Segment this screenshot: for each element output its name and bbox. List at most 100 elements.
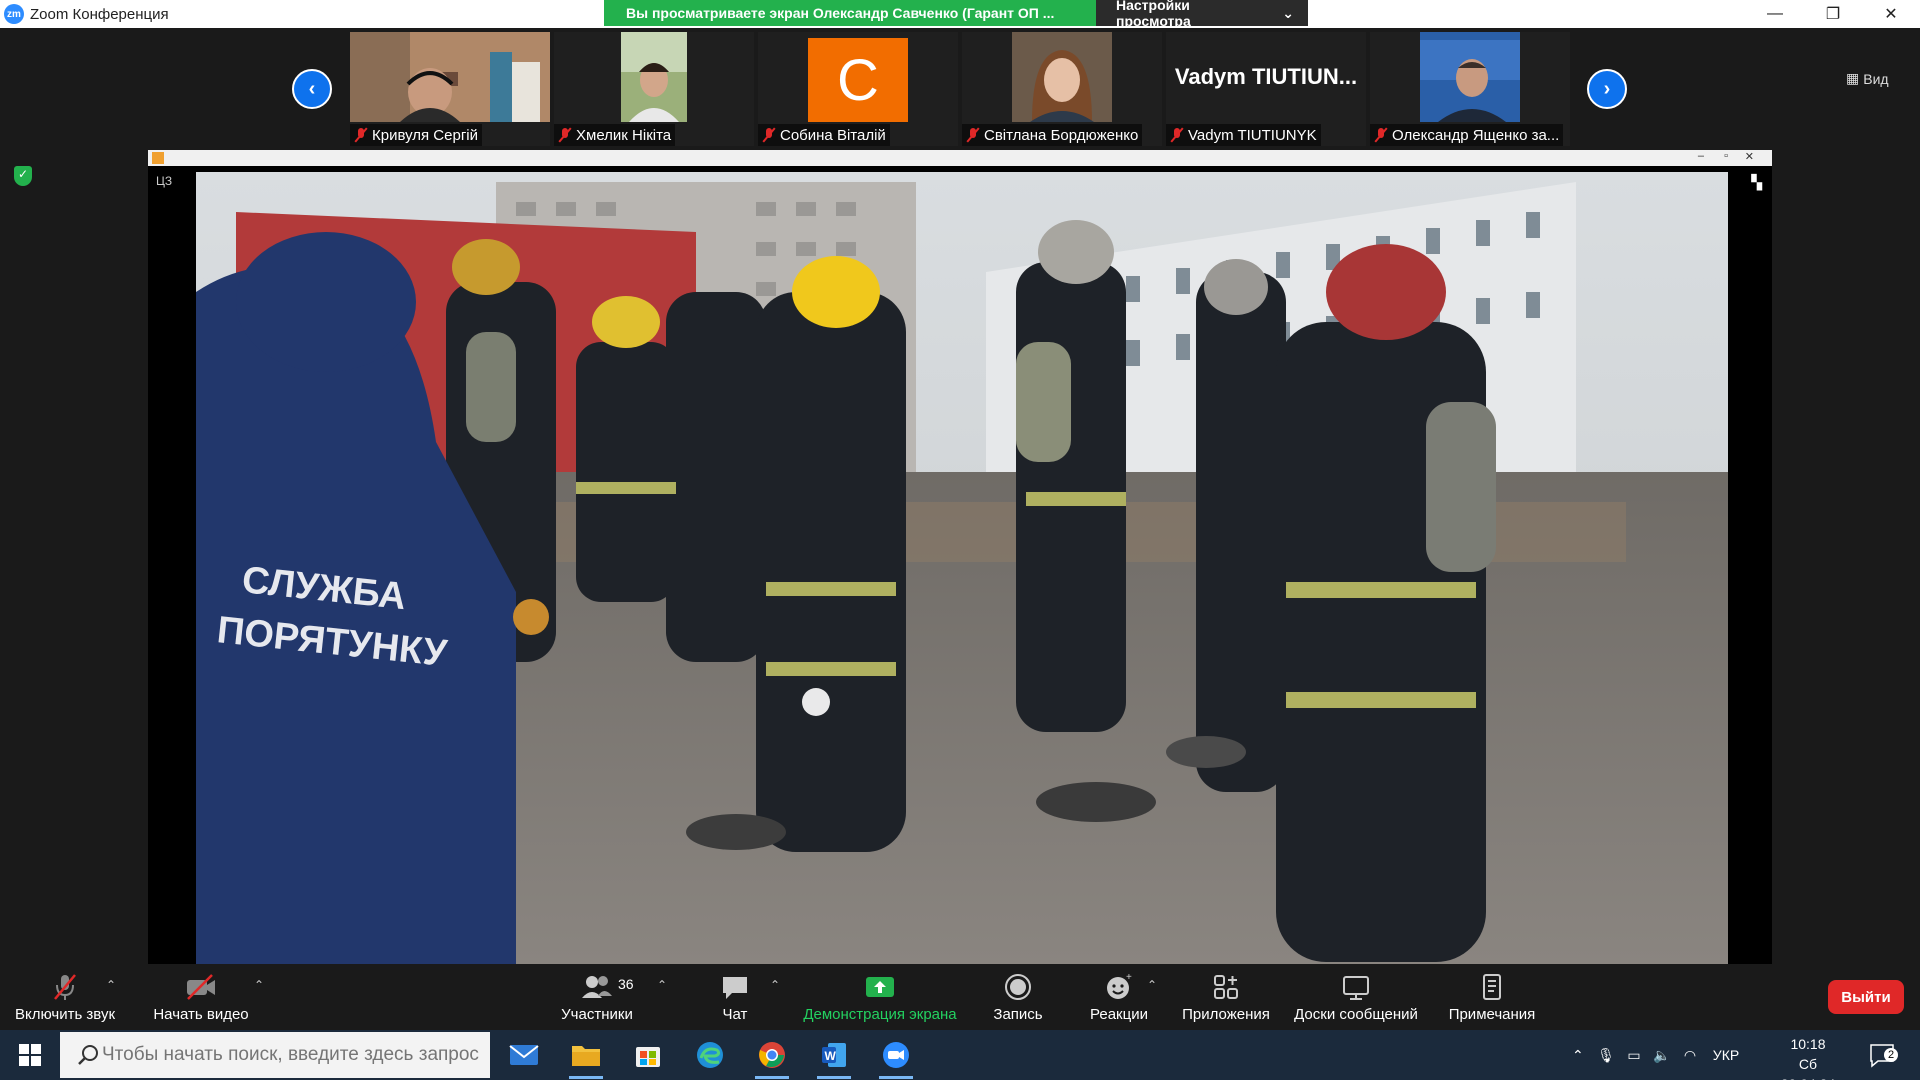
start-video-button[interactable]: Начать видео: [146, 964, 256, 1030]
notification-count-badge: 2: [1884, 1048, 1898, 1062]
mic-muted-icon: [354, 127, 368, 143]
language-indicator[interactable]: УКР: [1704, 1047, 1748, 1063]
record-icon: [1003, 972, 1033, 1002]
participant-name: Vadym TIUTIUNYK: [1188, 126, 1317, 144]
share-screen-icon: [864, 972, 896, 1002]
active-indicator: [817, 1076, 851, 1079]
svg-text:+: +: [1126, 972, 1132, 983]
volume-icon[interactable]: 🔈: [1648, 1047, 1676, 1064]
taskbar-search-box[interactable]: [60, 1032, 490, 1078]
participants-icon: [580, 972, 614, 1002]
mic-muted-icon: [1374, 127, 1388, 143]
microphone-icon[interactable]: 🎙: [1592, 1047, 1620, 1064]
whiteboards-label: Доски сообщений: [1294, 1005, 1418, 1023]
leave-button[interactable]: Выйти: [1828, 980, 1904, 1014]
view-button-label: Вид: [1863, 70, 1889, 87]
taskbar-chrome-browser[interactable]: [747, 1035, 797, 1079]
shared-minimize-icon: –: [1697, 150, 1704, 162]
taskbar-mail-app[interactable]: [499, 1035, 549, 1075]
unmute-button[interactable]: Включить звук: [10, 964, 120, 1030]
prev-page-button[interactable]: ‹: [292, 69, 332, 109]
share-banner-text: Вы просматриваете экран Олександр Савчен…: [604, 0, 1096, 26]
mic-muted-icon: [558, 127, 572, 143]
store-icon: [636, 1047, 660, 1067]
shared-restore-icon: ▫: [1724, 150, 1728, 162]
chat-button[interactable]: Чат: [700, 964, 770, 1030]
participant-name-tag: Vadym TIUTIUNYK: [1166, 124, 1321, 146]
participant-video: [1012, 32, 1112, 122]
chat-options-caret[interactable]: ⌃: [770, 978, 780, 992]
firefighters-video: СЛУЖБА ПОРЯТУНКУ: [196, 172, 1728, 964]
participant-tile[interactable]: Олександр Ященко за...: [1370, 32, 1570, 146]
participant-name-tag: Кривуля Сергій: [350, 124, 483, 146]
participant-tile[interactable]: Кривуля Сергій: [350, 32, 550, 146]
notification-center-button[interactable]: 2: [1868, 1030, 1898, 1080]
participants-button[interactable]: Участники: [548, 964, 646, 1030]
battery-icon[interactable]: ▭: [1620, 1047, 1648, 1064]
share-screen-label: Демонстрация экрана: [803, 1005, 957, 1023]
taskbar-clock[interactable]: 10:18 Сб 20.04.24: [1770, 1034, 1846, 1080]
taskbar-edge-browser[interactable]: [685, 1035, 735, 1075]
close-button[interactable]: ✕: [1862, 0, 1920, 28]
minimize-button[interactable]: —: [1746, 0, 1804, 28]
taskbar-zoom-app[interactable]: [871, 1035, 921, 1079]
participant-name: Кривуля Сергій: [372, 126, 479, 144]
taskbar-store-app[interactable]: [623, 1035, 673, 1075]
search-input[interactable]: [102, 1044, 482, 1066]
taskbar-word-app[interactable]: W: [809, 1035, 859, 1079]
mic-muted-icon: [966, 127, 980, 143]
participant-tile[interactable]: Світлана Бордюженко: [962, 32, 1162, 146]
participant-tile[interactable]: С Собина Віталій: [758, 32, 958, 146]
reactions-options-caret[interactable]: ⌃: [1147, 978, 1157, 992]
start-button[interactable]: [0, 1030, 60, 1080]
restore-button[interactable]: ❐: [1804, 0, 1862, 28]
video-options-caret[interactable]: ⌃: [254, 978, 264, 992]
zoom-icon: [883, 1042, 909, 1068]
participant-tile[interactable]: Хмелик Нікіта: [554, 32, 754, 146]
corner-label: ЦЗ: [156, 174, 173, 188]
participant-video: [621, 32, 687, 122]
active-indicator: [569, 1076, 603, 1079]
unmute-label: Включить звук: [14, 1005, 116, 1023]
reactions-button[interactable]: + Реакции: [1078, 964, 1160, 1030]
next-page-button[interactable]: ›: [1587, 69, 1627, 109]
word-icon: W: [822, 1043, 846, 1067]
whiteboards-button[interactable]: Доски сообщений: [1290, 964, 1422, 1030]
participant-name-tag: Собина Віталій: [758, 124, 890, 146]
share-screen-button[interactable]: Демонстрация экрана: [796, 964, 964, 1030]
mic-off-icon: [50, 972, 80, 1002]
edge-icon: [697, 1042, 723, 1068]
encryption-shield-icon[interactable]: [14, 166, 32, 186]
window-title: Zoom Конференция: [30, 5, 169, 23]
chevron-up-icon[interactable]: ⌃: [1572, 1047, 1592, 1064]
windows-taskbar: W ⌃ 🎙 ▭ 🔈 ◠ УКР 10:18 Сб 20.04.24 2: [0, 1030, 1920, 1080]
participant-video: [1420, 32, 1520, 122]
meeting-toolbar: Включить звук ⌃ Начать видео ⌃ Участники…: [0, 964, 1920, 1030]
chrome-icon: [759, 1042, 785, 1068]
wifi-icon[interactable]: ◠: [1676, 1047, 1704, 1064]
reactions-label: Реакции: [1090, 1005, 1148, 1023]
grid-view-icon: ▦: [1846, 70, 1860, 86]
participant-name: Світлана Бордюженко: [984, 126, 1139, 144]
zoom-app-icon: zm: [4, 4, 24, 24]
clock-date: Сб 20.04.24: [1781, 1056, 1836, 1080]
shared-screen: – ▫ ✕ ЦЗ ▚ СЛУЖБА ПОРЯТУНКУ: [148, 150, 1772, 964]
search-icon: [78, 1045, 98, 1065]
participants-options-caret[interactable]: ⌃: [657, 978, 667, 992]
record-button[interactable]: Запись: [982, 964, 1054, 1030]
view-button[interactable]: ▦ Вид: [1846, 70, 1889, 87]
participant-strip: ‹ Кривуля Сергій Хмелик Нікіта С Собина …: [0, 28, 1920, 148]
active-indicator: [755, 1076, 789, 1079]
taskbar-file-explorer[interactable]: [561, 1035, 611, 1079]
participant-tile[interactable]: Vadym TIUTIUN... Vadym TIUTIUNYK: [1166, 32, 1366, 146]
participants-label: Участники: [561, 1005, 633, 1023]
apps-button[interactable]: Приложения: [1176, 964, 1276, 1030]
fullscreen-grid-icon[interactable]: ▚: [1751, 174, 1762, 191]
notes-button[interactable]: Примечания: [1444, 964, 1540, 1030]
participants-count: 36: [618, 976, 634, 992]
audio-options-caret[interactable]: ⌃: [106, 978, 116, 992]
participant-name-tag: Хмелик Нікіта: [554, 124, 676, 146]
view-settings-dropdown[interactable]: Настройки просмотра ⌄: [1096, 0, 1308, 29]
player-icon: [152, 152, 164, 164]
chevron-left-icon: ‹: [308, 77, 316, 100]
